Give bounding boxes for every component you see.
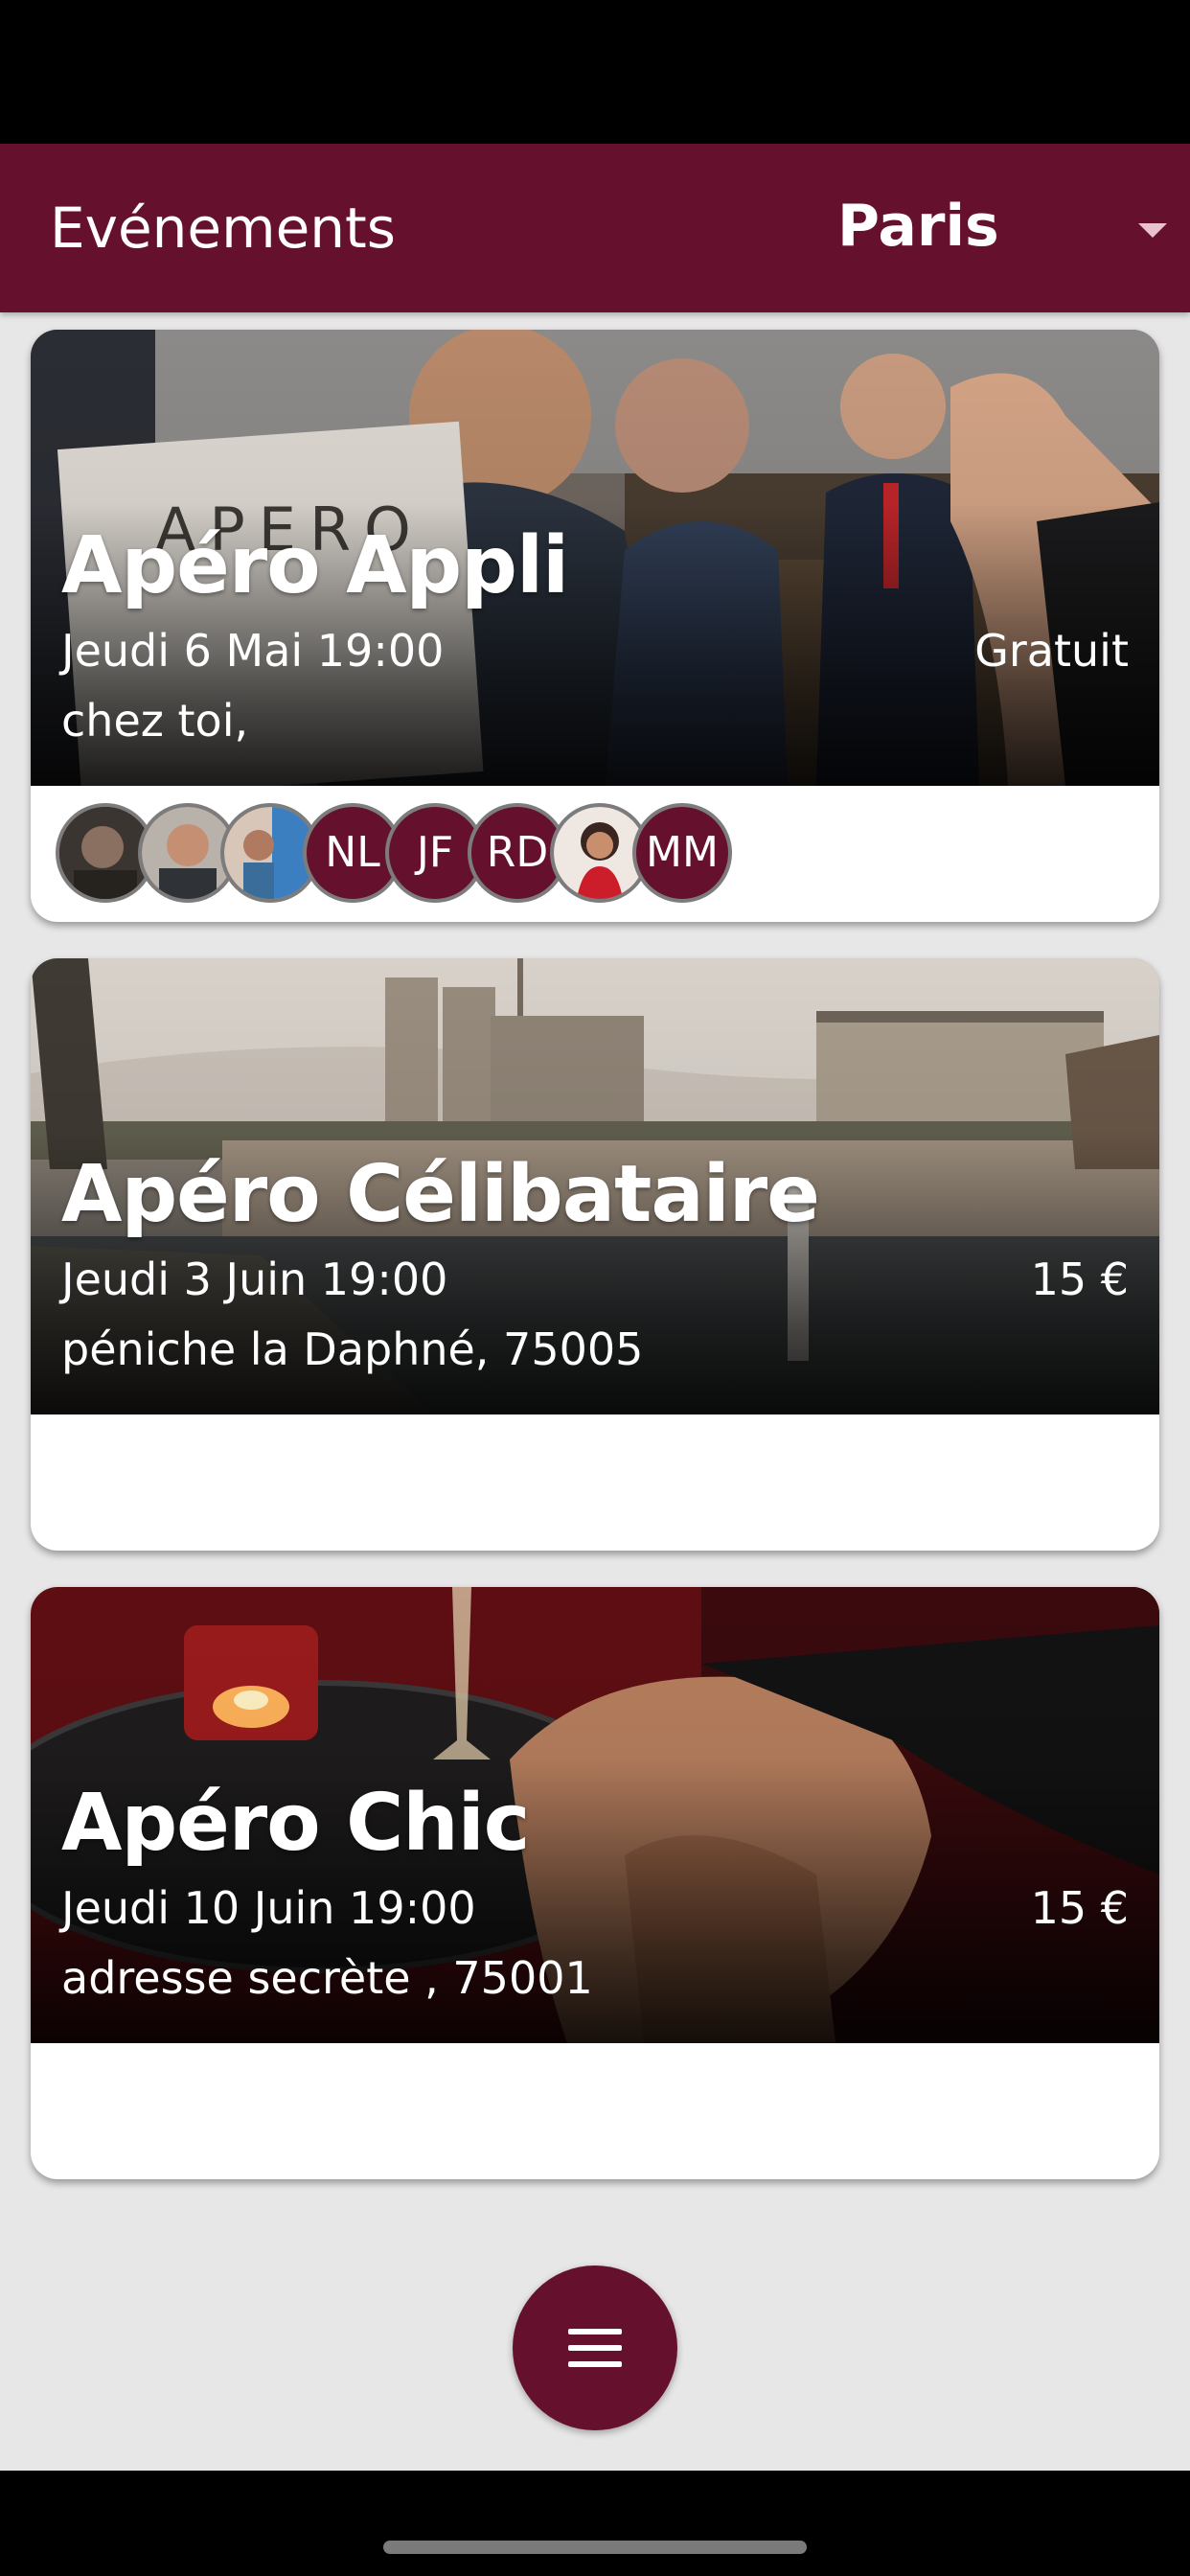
- home-indicator[interactable]: [383, 2541, 807, 2554]
- event-price: Gratuit: [974, 625, 1129, 677]
- attendee-list: NL JF RD MM: [56, 803, 784, 910]
- page-title: Evénements: [50, 196, 396, 261]
- app-header: Evénements Paris: [0, 144, 1190, 312]
- event-image: Apéro Chic Jeudi 10 Juin 19:00 15 € adre…: [31, 1587, 1159, 2043]
- event-place: péniche la Daphné, 75005: [61, 1323, 644, 1375]
- event-date: Jeudi 3 Juin 19:00: [61, 1254, 448, 1305]
- menu-button[interactable]: [513, 2266, 677, 2430]
- status-bar: [0, 0, 1190, 144]
- event-title: Apéro Appli: [61, 520, 569, 611]
- system-nav-bar: [0, 2471, 1190, 2576]
- event-card[interactable]: APERO Apéro Appli Jeudi 6 Mai 19:00 Grat…: [31, 330, 1159, 922]
- event-place: chez toi,: [61, 695, 249, 747]
- event-place: adresse secrète , 75001: [61, 1952, 593, 2004]
- chevron-down-icon[interactable]: [1138, 223, 1167, 238]
- attendee-list: [56, 1432, 784, 1539]
- event-title: Apéro Chic: [61, 1778, 530, 1869]
- event-date: Jeudi 6 Mai 19:00: [61, 625, 445, 677]
- attendee-list: [56, 2060, 784, 2168]
- event-title: Apéro Célibataire: [61, 1149, 820, 1240]
- city-selector[interactable]: Paris: [837, 192, 999, 261]
- menu-icon: [568, 2329, 622, 2334]
- event-image: APERO Apéro Appli Jeudi 6 Mai 19:00 Grat…: [31, 330, 1159, 786]
- avatar[interactable]: MM: [632, 803, 732, 903]
- event-card[interactable]: Apéro Chic Jeudi 10 Juin 19:00 15 € adre…: [31, 1587, 1159, 2179]
- event-price: 15 €: [1030, 1882, 1129, 1934]
- event-card[interactable]: Apéro Célibataire Jeudi 3 Juin 19:00 15 …: [31, 958, 1159, 1551]
- event-image: Apéro Célibataire Jeudi 3 Juin 19:00 15 …: [31, 958, 1159, 1414]
- event-price: 15 €: [1030, 1254, 1129, 1305]
- event-date: Jeudi 10 Juin 19:00: [61, 1882, 476, 1934]
